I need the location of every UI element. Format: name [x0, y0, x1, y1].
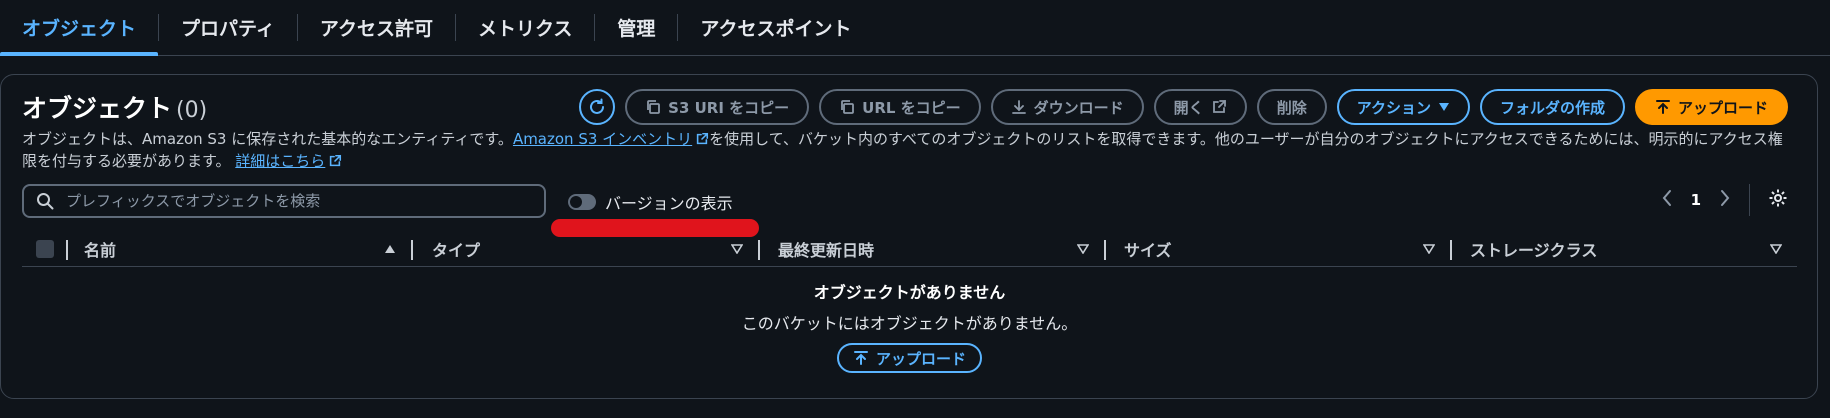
sort-storage-class-button[interactable] — [1770, 231, 1782, 267]
copy-s3-uri-label: S3 URI をコピー — [668, 98, 790, 117]
current-page[interactable]: 1 — [1691, 191, 1701, 209]
create-folder-label: フォルダの作成 — [1499, 98, 1605, 117]
table-header: 名前 タイプ 最終更新日時 サイズ ストレージクラス — [22, 231, 1797, 267]
caret-down-icon — [1438, 103, 1449, 111]
object-count: (0) — [176, 98, 208, 123]
refresh-icon — [590, 98, 605, 114]
column-header-storage-class[interactable]: ストレージクラス — [1470, 231, 1597, 267]
column-header-last-modified[interactable]: 最終更新日時 — [778, 231, 874, 267]
download-button[interactable]: ダウンロード — [990, 89, 1144, 125]
column-header-size[interactable]: サイズ — [1124, 231, 1172, 267]
upload-icon — [1655, 100, 1670, 114]
gear-icon — [1769, 189, 1787, 207]
copy-url-label: URL をコピー — [862, 98, 961, 117]
description-text: オブジェクトは、Amazon S3 に保存された基本的なエンティティです。 — [22, 130, 513, 148]
actions-menu-button[interactable]: アクション — [1336, 89, 1470, 125]
learn-more-link[interactable]: 詳細はこちら — [235, 152, 325, 170]
copy-icon — [647, 100, 661, 114]
copy-url-button[interactable]: URL をコピー — [819, 89, 981, 125]
chevron-left-icon — [1662, 190, 1671, 206]
sort-icon — [1770, 244, 1782, 254]
open-button[interactable]: 開く — [1153, 89, 1247, 125]
sort-icon — [731, 244, 743, 254]
tab-bar: オブジェクト プロパティ アクセス許可 メトリクス 管理 アクセスポイント — [0, 0, 1830, 56]
previous-page-button[interactable] — [1661, 189, 1673, 211]
panel-title: オブジェクト (0) — [22, 89, 207, 125]
pagination: 1 — [1661, 184, 1788, 216]
empty-state-actions: アップロード — [22, 343, 1797, 373]
column-divider — [758, 240, 760, 260]
objects-panel: オブジェクト (0) S3 URI をコピー URL をコピー ダウンロード 開… — [0, 74, 1818, 399]
copy-icon — [841, 100, 855, 114]
show-versions-label: バージョンの表示 — [605, 194, 733, 213]
create-folder-button[interactable]: フォルダの作成 — [1479, 89, 1625, 125]
panel-description: オブジェクトは、Amazon S3 に保存された基本的なエンティティです。Ama… — [22, 128, 1797, 172]
empty-state-message: このバケットにはオブジェクトがありません。 — [741, 314, 1078, 333]
select-all-checkbox[interactable] — [36, 240, 54, 258]
tab-metrics[interactable]: メトリクス — [456, 0, 594, 55]
column-divider — [1104, 240, 1106, 260]
sort-ascending-icon — [385, 245, 395, 253]
column-divider — [411, 240, 413, 260]
actions-menu-label: アクション — [1356, 98, 1431, 117]
sort-icon — [1423, 244, 1435, 254]
sort-type-button[interactable] — [731, 231, 743, 267]
sort-icon — [1077, 244, 1089, 254]
tab-permissions[interactable]: アクセス許可 — [298, 0, 455, 55]
open-label: 開く — [1173, 98, 1204, 117]
search-box — [22, 184, 546, 218]
upload-icon — [853, 351, 868, 365]
chevron-right-icon — [1721, 190, 1730, 206]
column-divider — [66, 240, 68, 260]
panel-title-text: オブジェクト — [22, 94, 173, 123]
copy-s3-uri-button[interactable]: S3 URI をコピー — [625, 89, 810, 125]
search-icon — [37, 193, 54, 210]
empty-state: オブジェクトがありません このバケットにはオブジェクトがありません。 アップロー… — [22, 275, 1797, 373]
sort-name-button[interactable] — [384, 231, 396, 267]
delete-button[interactable]: 削除 — [1256, 89, 1327, 125]
download-icon — [1011, 100, 1026, 114]
tab-management[interactable]: 管理 — [595, 0, 677, 55]
table-preferences-button[interactable] — [1768, 188, 1788, 212]
empty-state-upload-button[interactable]: アップロード — [836, 343, 982, 373]
column-divider — [1450, 240, 1452, 260]
external-link-icon — [1212, 100, 1226, 113]
tab-properties[interactable]: プロパティ — [159, 0, 297, 55]
column-header-type[interactable]: タイプ — [432, 231, 480, 267]
external-link-icon — [330, 154, 342, 167]
pager-divider — [1749, 184, 1750, 216]
inventory-link[interactable]: Amazon S3 インベントリ — [513, 130, 692, 148]
show-versions-control: バージョンの表示 — [568, 190, 733, 214]
show-versions-toggle[interactable] — [568, 194, 596, 210]
tab-objects[interactable]: オブジェクト — [0, 0, 159, 56]
search-input[interactable] — [64, 191, 544, 211]
download-label: ダウンロード — [1033, 98, 1124, 117]
external-link-icon — [697, 132, 709, 145]
sort-size-button[interactable] — [1423, 231, 1435, 267]
delete-label: 削除 — [1276, 98, 1307, 117]
upload-label: アップロード — [1677, 98, 1768, 117]
empty-state-upload-label: アップロード — [875, 349, 966, 368]
empty-state-title: オブジェクトがありません — [813, 283, 1006, 302]
next-page-button[interactable] — [1719, 189, 1731, 211]
column-header-name[interactable]: 名前 — [84, 231, 116, 267]
sort-last-modified-button[interactable] — [1077, 231, 1089, 267]
action-toolbar: S3 URI をコピー URL をコピー ダウンロード 開く 削除 アクション … — [579, 89, 1788, 125]
refresh-button[interactable] — [579, 89, 616, 125]
tab-access-points[interactable]: アクセスポイント — [678, 0, 873, 55]
upload-button[interactable]: アップロード — [1634, 89, 1788, 125]
